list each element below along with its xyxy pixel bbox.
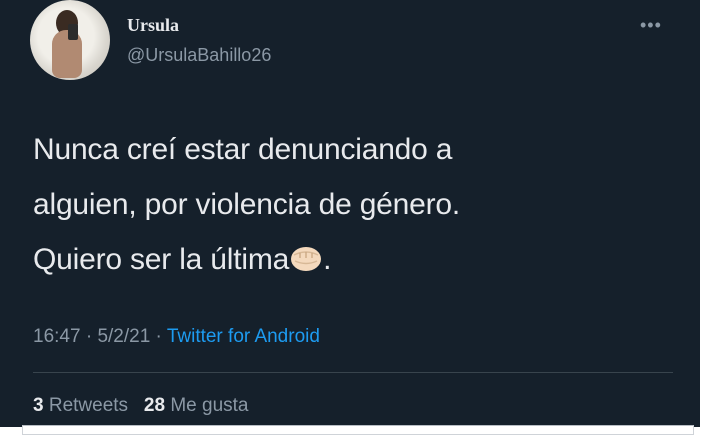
- tweet-source-link[interactable]: Twitter for Android: [167, 326, 320, 347]
- tweet-date[interactable]: 5/2/21: [97, 326, 150, 347]
- tweet-text-fragment: Quiero ser la última: [33, 243, 290, 276]
- tweet-text-line: alguien, por violencia de género.: [33, 188, 461, 221]
- divider: [33, 372, 673, 373]
- retweets-stat[interactable]: 3 Retweets: [33, 395, 128, 416]
- tweet-text-line: Quiero ser la última .: [33, 232, 653, 287]
- tweet-text-line: Nunca creí estar denunciando a: [33, 133, 453, 166]
- retweets-label: Retweets: [48, 395, 129, 416]
- tweet-time[interactable]: 16:47: [33, 326, 81, 347]
- likes-stat[interactable]: 28 Me gusta: [144, 395, 249, 416]
- retweets-count: 3: [33, 395, 44, 416]
- avatar[interactable]: [30, 0, 110, 80]
- more-horizontal-icon: •••: [640, 15, 662, 35]
- more-options-button[interactable]: •••: [640, 16, 662, 34]
- page-bottom-frame: [22, 425, 694, 435]
- meta-separator: ·: [80, 326, 98, 347]
- user-handle[interactable]: @UrsulaBahillo26: [127, 45, 271, 66]
- likes-count: 28: [143, 395, 166, 416]
- likes-label: Me gusta: [170, 395, 249, 416]
- tweet-card: Ursula @UrsulaBahillo26 ••• Nunca creí e…: [0, 0, 700, 427]
- user-display-name[interactable]: Ursula: [127, 15, 179, 36]
- avatar-phone-shape: [68, 24, 78, 40]
- tweet-stats: 3 Retweets 28 Me gusta: [33, 395, 248, 417]
- tweet-text: Nunca creí estar denunciando a alguien, …: [33, 122, 653, 287]
- meta-separator: ·: [150, 326, 167, 347]
- page-margin-right: [700, 0, 720, 435]
- raised-fist-icon: [291, 247, 322, 271]
- tweet-text-fragment: .: [323, 243, 332, 276]
- tweet-metadata: 16:47 · 5/2/21 · Twitter for Android: [33, 326, 320, 348]
